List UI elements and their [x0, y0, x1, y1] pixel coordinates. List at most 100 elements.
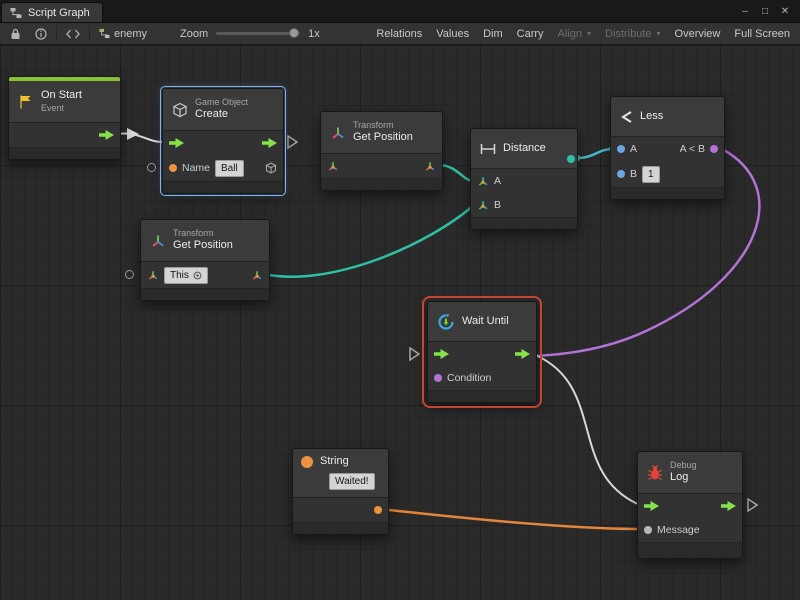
zoom-label: Zoom — [180, 28, 208, 40]
string-output-port[interactable] — [374, 506, 382, 514]
node-footer — [141, 288, 269, 300]
values-label: Values — [436, 28, 469, 40]
node-title: String — [320, 455, 349, 469]
edge-get-position-top-to-distance-a[interactable] — [438, 165, 474, 181]
less-result-port[interactable] — [710, 145, 718, 153]
toolbar-right-group: Relations Values Dim Carry Align▾ Distri… — [369, 23, 797, 44]
tab-script-graph[interactable]: Script Graph — [1, 2, 103, 22]
node-on-start-event[interactable]: On Start Event — [8, 76, 121, 160]
this-field[interactable]: This — [164, 267, 208, 284]
values-button[interactable]: Values — [429, 23, 476, 44]
carry-label: Carry — [517, 28, 544, 40]
minimize-button[interactable]: – — [735, 3, 755, 19]
lock-button[interactable] — [3, 23, 28, 44]
flow-input-port[interactable] — [434, 349, 449, 359]
flow-output-port[interactable] — [721, 501, 736, 511]
unconnected-port-ring[interactable] — [147, 163, 156, 172]
node-footer — [163, 181, 283, 193]
distribute-dropdown[interactable]: Distribute ▾ — [598, 23, 667, 44]
carry-button[interactable]: Carry — [510, 23, 551, 44]
cube-icon — [172, 102, 188, 118]
name-field[interactable]: Ball — [215, 160, 244, 177]
fullscreen-button[interactable]: Full Screen — [727, 23, 797, 44]
node-get-position-bottom[interactable]: Transform Get Position This — [140, 219, 270, 301]
relations-button[interactable]: Relations — [369, 23, 429, 44]
node-subtitle: Transform — [173, 228, 233, 239]
distribute-label: Distribute — [605, 28, 651, 40]
b-value-field[interactable]: 1 — [642, 166, 660, 183]
lock-icon — [10, 28, 21, 40]
port-a-label: A — [630, 143, 637, 155]
flow-output-port[interactable] — [515, 349, 530, 359]
node-string-literal[interactable]: String Waited! — [292, 448, 389, 535]
name-input-port[interactable] — [169, 164, 177, 172]
node-title: Create — [195, 108, 248, 122]
zoom-control: Zoom 1x — [180, 28, 320, 40]
vector3-input-port-a[interactable] — [477, 175, 489, 187]
overview-button[interactable]: Overview — [668, 23, 728, 44]
graph-canvas[interactable]: On Start Event Game Object Create — [0, 45, 800, 600]
flow-output-port[interactable] — [99, 130, 114, 140]
node-less[interactable]: Less A A < B B 1 — [610, 96, 725, 200]
info-button[interactable] — [28, 23, 54, 44]
chevron-down-icon: ▾ — [657, 29, 661, 38]
graph-toolbar: enemy Zoom 1x Relations Values Dim Carry… — [0, 22, 800, 45]
code-view-button[interactable] — [59, 23, 87, 44]
node-subtitle: Transform — [353, 120, 413, 131]
zoom-slider[interactable] — [216, 32, 300, 35]
edge-distance-to-less-a[interactable] — [577, 149, 612, 158]
unconnected-port-ring[interactable] — [125, 270, 134, 279]
node-distance[interactable]: Distance A B — [470, 128, 578, 230]
align-dropdown[interactable]: Align▾ — [551, 23, 598, 44]
maximize-button[interactable]: □ — [755, 3, 775, 19]
port-b-label: B — [630, 168, 637, 180]
flow-output-port[interactable] — [262, 138, 277, 148]
node-footer — [611, 187, 724, 199]
less-than-icon — [620, 110, 633, 124]
dim-button[interactable]: Dim — [476, 23, 510, 44]
flow-input-port[interactable] — [169, 138, 184, 148]
vector3-output-port[interactable] — [251, 269, 263, 281]
node-title: Wait Until — [462, 315, 509, 329]
node-subtitle: Event — [41, 103, 82, 114]
condition-label: Condition — [447, 372, 491, 384]
condition-input-port[interactable] — [434, 374, 442, 382]
edge-string-to-debug-log-message[interactable] — [380, 509, 641, 529]
close-button[interactable]: ✕ — [775, 3, 795, 19]
distance-icon — [480, 143, 496, 155]
flow-input-port[interactable] — [644, 501, 659, 511]
vector3-input-port-b[interactable] — [477, 199, 489, 211]
object-picker-icon[interactable] — [193, 271, 202, 280]
node-wait-until[interactable]: Wait Until Condition — [427, 301, 537, 403]
less-input-port-b[interactable] — [617, 170, 625, 178]
node-footer — [428, 390, 536, 402]
message-input-port[interactable] — [644, 526, 652, 534]
less-input-port-a[interactable] — [617, 145, 625, 153]
node-get-position-top[interactable]: Transform Get Position — [320, 111, 443, 191]
zoom-handle[interactable] — [289, 28, 299, 38]
transform-input-port[interactable] — [147, 269, 159, 281]
info-icon — [35, 28, 47, 40]
relations-label: Relations — [376, 28, 422, 40]
window-titlebar: Script Graph – □ ✕ — [0, 0, 800, 22]
distance-result-port[interactable] — [567, 155, 575, 163]
node-game-object-create[interactable]: Game Object Create Name Ball — [162, 88, 284, 194]
flag-icon — [18, 94, 34, 110]
vector3-output-port[interactable] — [424, 160, 436, 172]
node-title: Get Position — [353, 131, 413, 145]
flow-hint-triangle-icon — [410, 348, 419, 360]
transform-input-port[interactable] — [327, 160, 339, 172]
edge-get-position-bottom-to-distance-b[interactable] — [264, 205, 474, 277]
flow-hint-triangle-icon — [288, 136, 297, 148]
node-title: Get Position — [173, 239, 233, 253]
graph-target-button[interactable]: enemy — [92, 23, 154, 44]
edge-on-start-to-create[interactable] — [118, 133, 162, 142]
node-debug-log[interactable]: Debug Log Message — [637, 451, 743, 559]
game-object-picker-icon[interactable] — [265, 162, 277, 174]
string-type-icon — [301, 456, 313, 468]
node-title: Log — [670, 471, 697, 485]
port-a-label: A — [494, 175, 501, 187]
node-title: Distance — [503, 142, 546, 156]
edge-wait-until-to-debug-log[interactable] — [533, 354, 640, 505]
string-value-field[interactable]: Waited! — [329, 473, 375, 490]
